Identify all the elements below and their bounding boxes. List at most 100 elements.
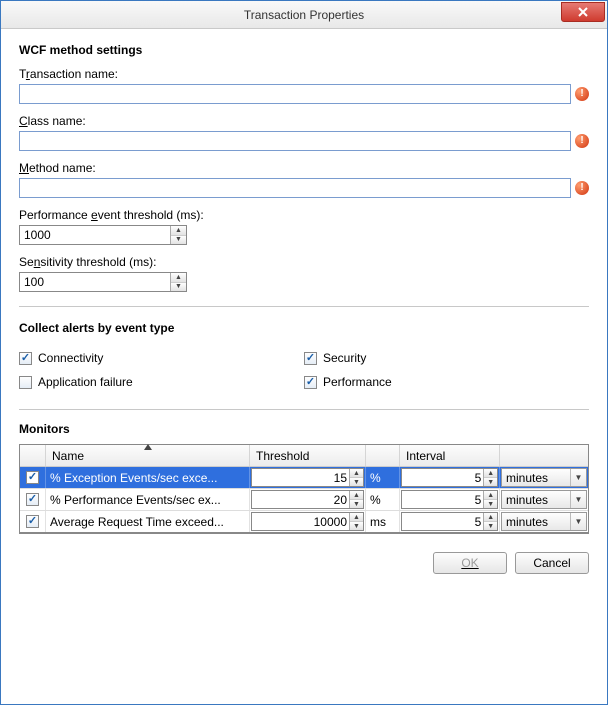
checkbox-connectivity[interactable]: Connectivity bbox=[19, 349, 304, 367]
threshold-spinner[interactable]: ▲▼ bbox=[251, 512, 364, 531]
ok-button[interactable]: OK bbox=[433, 552, 507, 574]
checkbox-icon[interactable] bbox=[19, 352, 32, 365]
error-icon bbox=[575, 87, 589, 101]
checkbox-icon[interactable] bbox=[26, 515, 39, 528]
error-icon bbox=[575, 181, 589, 195]
combo-value: minutes bbox=[502, 493, 570, 507]
spinner-up-icon[interactable]: ▲ bbox=[171, 273, 186, 283]
threshold-spinner[interactable]: ▲▼ bbox=[251, 490, 364, 509]
spinner-down-icon[interactable]: ▼ bbox=[484, 522, 497, 530]
header-interval-col[interactable]: Interval bbox=[400, 445, 500, 466]
header-interval-unit-col[interactable] bbox=[500, 445, 588, 466]
spinner-up-icon[interactable]: ▲ bbox=[484, 513, 497, 522]
interval-unit-combo[interactable]: minutes▼ bbox=[501, 490, 587, 509]
checkbox-label: Security bbox=[323, 351, 366, 365]
row-unit-cell: % bbox=[366, 467, 400, 488]
chevron-down-icon[interactable]: ▼ bbox=[570, 513, 586, 530]
perf-threshold-label: Performance event threshold (ms): bbox=[19, 208, 589, 222]
close-icon bbox=[577, 7, 589, 17]
cancel-button[interactable]: Cancel bbox=[515, 552, 589, 574]
divider bbox=[19, 409, 589, 410]
spinner-up-icon[interactable]: ▲ bbox=[484, 491, 497, 500]
interval-spinner[interactable]: ▲▼ bbox=[401, 490, 498, 509]
spinner-down-icon[interactable]: ▼ bbox=[350, 522, 363, 530]
row-checkbox-cell[interactable] bbox=[20, 511, 46, 532]
checkbox-performance[interactable]: Performance bbox=[304, 373, 589, 391]
header-name-col[interactable]: Name bbox=[46, 445, 250, 466]
row-checkbox-cell[interactable] bbox=[20, 467, 46, 488]
threshold-input[interactable] bbox=[252, 513, 349, 530]
header-checkbox-col[interactable] bbox=[20, 445, 46, 466]
interval-spinner[interactable]: ▲▼ bbox=[401, 468, 498, 487]
interval-input[interactable] bbox=[402, 469, 483, 486]
spinner-up-icon[interactable]: ▲ bbox=[171, 226, 186, 236]
header-unit-col[interactable] bbox=[366, 445, 400, 466]
threshold-input[interactable] bbox=[252, 491, 349, 508]
method-name-label: Method name: bbox=[19, 161, 589, 175]
checkbox-security[interactable]: Security bbox=[304, 349, 589, 367]
row-name-cell: % Performance Events/sec ex... bbox=[46, 489, 250, 510]
table-row[interactable]: % Exception Events/sec exce...▲▼%▲▼minut… bbox=[20, 467, 588, 489]
window-close-button[interactable] bbox=[561, 2, 605, 22]
chevron-down-icon[interactable]: ▼ bbox=[570, 491, 586, 508]
class-name-label: Class name: bbox=[19, 114, 589, 128]
class-name-input[interactable] bbox=[19, 131, 571, 151]
sort-ascending-icon bbox=[144, 444, 152, 450]
checkbox-icon[interactable] bbox=[304, 352, 317, 365]
sens-threshold-spinner[interactable]: ▲▼ bbox=[19, 272, 187, 292]
spinner-down-icon[interactable]: ▼ bbox=[350, 478, 363, 486]
row-threshold-cell[interactable]: ▲▼ bbox=[250, 489, 366, 510]
threshold-input[interactable] bbox=[252, 469, 349, 486]
spinner-up-icon[interactable]: ▲ bbox=[350, 469, 363, 478]
interval-input[interactable] bbox=[402, 491, 483, 508]
interval-spinner[interactable]: ▲▼ bbox=[401, 512, 498, 531]
titlebar: Transaction Properties bbox=[1, 1, 607, 29]
row-interval-unit-cell[interactable]: minutes▼ bbox=[500, 467, 588, 488]
window-title: Transaction Properties bbox=[244, 8, 364, 22]
checkbox-icon[interactable] bbox=[26, 471, 39, 484]
spinner-up-icon[interactable]: ▲ bbox=[350, 491, 363, 500]
threshold-spinner[interactable]: ▲▼ bbox=[251, 468, 364, 487]
row-threshold-cell[interactable]: ▲▼ bbox=[250, 511, 366, 532]
interval-unit-combo[interactable]: minutes▼ bbox=[501, 468, 587, 487]
sens-threshold-label: Sensitivity threshold (ms): bbox=[19, 255, 589, 269]
checkbox-icon[interactable] bbox=[26, 493, 39, 506]
row-interval-unit-cell[interactable]: minutes▼ bbox=[500, 511, 588, 532]
row-interval-cell[interactable]: ▲▼ bbox=[400, 489, 500, 510]
wcf-settings-heading: WCF method settings bbox=[19, 43, 589, 57]
monitors-table: Name Threshold Interval % Exception Even… bbox=[19, 444, 589, 534]
table-row[interactable]: Average Request Time exceed...▲▼ms▲▼minu… bbox=[20, 511, 588, 533]
row-interval-cell[interactable]: ▲▼ bbox=[400, 467, 500, 488]
divider bbox=[19, 306, 589, 307]
chevron-down-icon[interactable]: ▼ bbox=[570, 469, 586, 486]
checkbox-application-failure[interactable]: Application failure bbox=[19, 373, 304, 391]
spinner-down-icon[interactable]: ▼ bbox=[484, 478, 497, 486]
spinner-up-icon[interactable]: ▲ bbox=[484, 469, 497, 478]
row-interval-cell[interactable]: ▲▼ bbox=[400, 511, 500, 532]
checkbox-label: Connectivity bbox=[38, 351, 103, 365]
row-unit-cell: % bbox=[366, 489, 400, 510]
checkbox-icon[interactable] bbox=[19, 376, 32, 389]
spinner-down-icon[interactable]: ▼ bbox=[484, 500, 497, 508]
interval-input[interactable] bbox=[402, 513, 483, 530]
row-checkbox-cell[interactable] bbox=[20, 489, 46, 510]
checkbox-icon[interactable] bbox=[304, 376, 317, 389]
spinner-down-icon[interactable]: ▼ bbox=[171, 236, 186, 245]
combo-value: minutes bbox=[502, 471, 570, 485]
row-interval-unit-cell[interactable]: minutes▼ bbox=[500, 489, 588, 510]
transaction-name-input[interactable] bbox=[19, 84, 571, 104]
monitors-heading: Monitors bbox=[19, 422, 589, 436]
interval-unit-combo[interactable]: minutes▼ bbox=[501, 512, 587, 531]
row-threshold-cell[interactable]: ▲▼ bbox=[250, 467, 366, 488]
alerts-heading: Collect alerts by event type bbox=[19, 321, 589, 335]
sens-threshold-input[interactable] bbox=[20, 273, 170, 291]
spinner-down-icon[interactable]: ▼ bbox=[350, 500, 363, 508]
spinner-down-icon[interactable]: ▼ bbox=[171, 283, 186, 292]
perf-threshold-spinner[interactable]: ▲▼ bbox=[19, 225, 187, 245]
perf-threshold-input[interactable] bbox=[20, 226, 170, 244]
alerts-grid: Connectivity Application failure Securit… bbox=[19, 343, 589, 397]
spinner-up-icon[interactable]: ▲ bbox=[350, 513, 363, 522]
method-name-input[interactable] bbox=[19, 178, 571, 198]
table-row[interactable]: % Performance Events/sec ex...▲▼%▲▼minut… bbox=[20, 489, 588, 511]
header-threshold-col[interactable]: Threshold bbox=[250, 445, 366, 466]
